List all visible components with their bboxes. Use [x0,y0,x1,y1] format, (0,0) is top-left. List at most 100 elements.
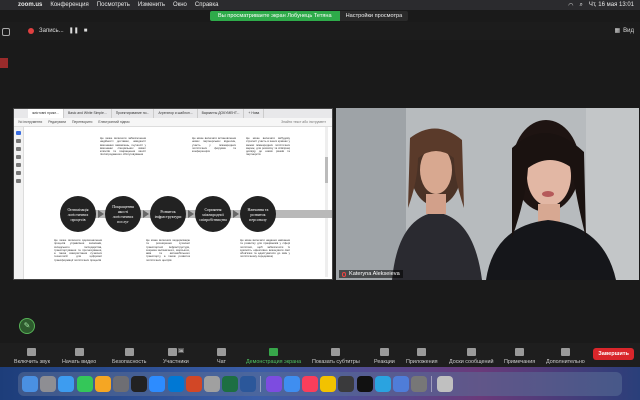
macos-menubar: zoom.us Конференция Посмотреть Изменить … [0,0,640,10]
more-button[interactable]: Дополнительно [546,343,585,367]
excel-icon[interactable] [222,376,239,392]
clock-icon[interactable] [131,376,148,392]
settings-icon[interactable] [112,376,129,392]
doc-scrollbar[interactable] [325,127,328,277]
highlight-tool-icon[interactable] [16,155,21,159]
shield-icon[interactable] [2,28,10,36]
notes-app-icon[interactable] [411,376,428,392]
whiteboards-button[interactable]: Доски сообщений [449,343,493,367]
diagram-text: Це може включати вдосконалення процесів … [54,238,102,262]
recording-indicator: Запись... ❚❚ ■ [28,27,87,34]
unmute-button[interactable]: Включить звук [14,343,50,367]
annotate-pen-icon[interactable]: ✎ [19,318,35,334]
screen: zoom.us Конференция Посмотреть Изменить … [0,0,640,400]
find-input[interactable]: Знайти текст або інструмент [281,120,326,124]
apps-icon [417,348,427,356]
preview-icon[interactable] [203,376,220,392]
browser-tab[interactable]: Агрегатор и шаблон... [154,109,198,118]
end-meeting-button[interactable]: Завершить [593,348,634,360]
zoom-icon[interactable] [149,376,166,392]
music-icon[interactable] [302,376,318,392]
menu-help[interactable]: Справка [195,2,219,8]
facetime-icon[interactable] [76,376,93,392]
toolbar-label: Доски сообщений [449,359,494,365]
comment-tool-icon[interactable] [16,139,21,143]
safari-icon[interactable] [58,376,75,392]
browser-tab[interactable]: Варианты ДОКУМЕНТ... [198,109,245,118]
doc-toolbar-item[interactable]: Перетворити [72,120,92,124]
start-video-button[interactable]: Начать видео [62,343,96,367]
view-button[interactable]: ▦ Вид [614,27,634,35]
photos-icon[interactable] [94,376,111,392]
calculator-icon[interactable] [338,376,355,392]
menu-view[interactable]: Посмотреть [97,2,130,8]
launchpad-icon[interactable] [40,376,57,392]
menubar-clock[interactable]: Чт, 16 мая 13:01 [589,2,634,8]
new-tab-button[interactable]: + Нова [244,109,265,118]
apps-button[interactable]: Приложения [406,343,438,367]
finder-icon[interactable] [22,376,38,392]
cursor-tool-icon[interactable] [16,131,21,135]
browser-tabs: змістовні прикл... Basic and White Simpl… [14,109,332,118]
scroll-thumb[interactable] [325,157,328,183]
video-frame [336,108,639,280]
diagram-circle: Сприяння міжнародної співробітництва [195,196,231,232]
view-options-button[interactable]: Настройки просмотра [339,11,409,21]
viber-icon[interactable] [265,376,282,392]
doc-toolbar-item[interactable]: Усі інструменти [18,120,42,124]
notes-icon [515,348,525,356]
sign-tool-icon[interactable] [16,171,21,175]
participant-video[interactable]: Kateryna Alekseieva [336,108,639,280]
wifi-icon[interactable]: ◠ [568,2,573,9]
appstore-icon[interactable] [392,376,409,392]
arrow-right-icon [143,210,149,218]
menu-app-name[interactable]: zoom.us [18,2,42,8]
chat-button[interactable]: Чат [217,343,226,367]
toolbar-label: Примечания [504,359,536,365]
stop-recording-button[interactable]: ■ [84,28,88,34]
notes-button[interactable]: Примечания [504,343,535,367]
security-button[interactable]: Безопасность [112,343,146,367]
arrow-right-icon [98,210,104,218]
share-status: Вы просматриваете экран Лобунець Тетяна [210,11,340,21]
chrome-icon[interactable] [320,376,337,392]
captions-button[interactable]: Показать субтитры [312,343,360,367]
browser-tab[interactable]: Basic and White Simple... [64,109,112,118]
toolbar-label: Демонстрация экрана [246,359,302,365]
doc-toolbar-item[interactable]: Електронний підпис [98,120,129,124]
stamp-tool-icon[interactable] [16,179,21,183]
diagram-circle: Навчання та розвиток персоналу [240,196,276,232]
search-icon[interactable]: ⌕ [579,2,582,9]
word-icon[interactable] [240,376,257,392]
chat-icon [217,348,226,356]
menu-conference[interactable]: Конференция [50,2,88,8]
mic-muted-icon [342,271,346,277]
diagram-text: Це може включати вибудову стратегії учас… [246,136,290,157]
participants-button[interactable]: 36 Участники [163,343,189,367]
trash-icon[interactable] [436,376,453,392]
participant-label: Kateryna Alekseieva [339,270,403,278]
participants-group: 36 [167,348,185,359]
toolbar-label: Чат [217,359,226,365]
menu-window[interactable]: Окно [173,2,187,8]
diagram-circle: Розвиток інфраструктури [150,196,186,232]
side-tab[interactable] [0,58,8,68]
reactions-button[interactable]: Реакции [374,343,395,367]
doc-toolbar-item[interactable]: Редагувати [48,120,66,124]
text-tool-icon[interactable] [16,163,21,167]
telegram-icon[interactable] [374,376,391,392]
pause-recording-button[interactable]: ❚❚ [69,27,79,34]
arrow-right-icon [188,210,194,218]
mail-icon[interactable] [283,376,300,392]
recording-label: Запись... [39,27,64,34]
outlook-icon[interactable] [167,376,184,392]
menu-edit[interactable]: Изменить [138,2,165,8]
share-screen-button[interactable]: Демонстрация экрана [246,343,301,367]
participant-name: Kateryna Alekseieva [349,271,400,277]
powerpoint-icon[interactable] [185,376,202,392]
share-screen-icon [269,348,279,356]
browser-tab[interactable]: Проектирование по... [112,109,155,118]
terminal-icon[interactable] [356,376,373,392]
pen-tool-icon[interactable] [16,147,21,151]
browser-tab[interactable]: змістовні прикл... [28,109,65,118]
